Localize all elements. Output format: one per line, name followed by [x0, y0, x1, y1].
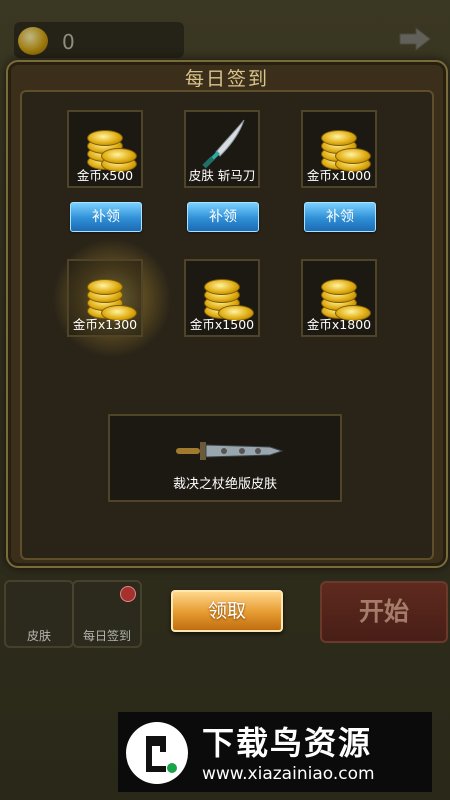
- daily-checkin-label: 每日签到: [82, 629, 131, 643]
- coin-stack-icon: [315, 120, 371, 172]
- makeup-claim-button-day3[interactable]: 补领: [304, 202, 376, 232]
- start-button[interactable]: 开始: [320, 581, 448, 643]
- reward-slot-day2[interactable]: 皮肤 斩马刀: [184, 110, 260, 188]
- reward-label: 金币x1800: [306, 317, 372, 332]
- makeup-claim-button-day2[interactable]: 补领: [187, 202, 259, 232]
- grand-reward-label: 裁决之杖绝版皮肤: [172, 477, 277, 492]
- skin-label: 皮肤: [26, 629, 51, 643]
- reward-slot-day4[interactable]: 金币x1300: [67, 259, 143, 337]
- sword-icon: [202, 119, 245, 169]
- grand-reward-slot[interactable]: 裁决之杖绝版皮肤: [108, 414, 342, 502]
- coin-stack-icon: [315, 269, 371, 321]
- reward-slot-day1[interactable]: 金币x500: [67, 110, 143, 188]
- coin-stack-icon: [81, 120, 137, 172]
- daily-checkin-button[interactable]: 每日签到: [72, 580, 142, 648]
- reward-slot-day5[interactable]: 金币x1500: [184, 259, 260, 337]
- watermark-url: www.xiazainiao.com: [202, 764, 375, 784]
- skin-button[interactable]: 皮肤: [4, 580, 74, 648]
- modal-title: 每日签到: [184, 68, 269, 90]
- coin-stack-icon: [81, 269, 137, 321]
- coin-icon: [18, 27, 48, 55]
- watermark: 下载鸟资源 www.xiazainiao.com: [118, 712, 432, 792]
- reward-label: 金币x1300: [72, 317, 138, 332]
- claim-button[interactable]: 领取: [171, 590, 283, 632]
- reward-slot-day3[interactable]: 金币x1000: [301, 110, 377, 188]
- reward-label: 金币x1000: [306, 168, 372, 183]
- arrow-right-icon[interactable]: [398, 26, 432, 52]
- reward-label: 金币x1500: [189, 317, 255, 332]
- coin-count: 0: [62, 30, 75, 54]
- scepter-icon: [176, 442, 284, 460]
- notification-badge: [120, 586, 136, 602]
- reward-label: 皮肤 斩马刀: [188, 168, 256, 183]
- reward-slot-day6[interactable]: 金币x1800: [301, 259, 377, 337]
- bird-logo-icon: [126, 722, 188, 784]
- coin-stack-icon: [198, 269, 254, 321]
- watermark-title: 下载鸟资源: [202, 724, 373, 762]
- reward-label: 金币x500: [76, 168, 134, 183]
- makeup-claim-button-day1[interactable]: 补领: [70, 202, 142, 232]
